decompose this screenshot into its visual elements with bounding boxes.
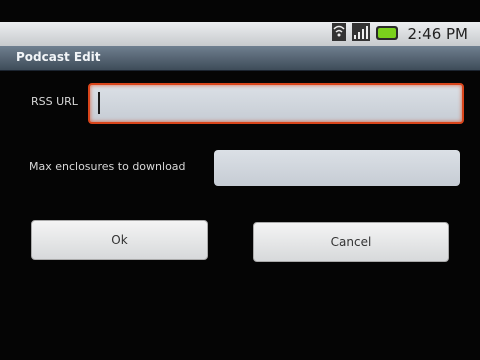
rss-url-input[interactable] xyxy=(88,83,464,124)
status-bar: 2:46 PM xyxy=(0,22,480,46)
cancel-button[interactable]: Cancel xyxy=(253,222,449,262)
clock-time: 2:46 PM xyxy=(407,25,468,43)
signal-icon xyxy=(351,23,370,45)
battery-icon xyxy=(375,25,398,44)
max-enclosures-label: Max enclosures to download xyxy=(29,160,186,173)
text-caret xyxy=(98,92,100,114)
rss-url-label: RSS URL xyxy=(31,95,78,108)
status-icons: 2:46 PM xyxy=(331,22,468,46)
wifi-icon xyxy=(331,23,346,45)
title-bar: Podcast Edit xyxy=(0,46,480,71)
ok-button[interactable]: Ok xyxy=(31,220,208,260)
dialog-title: Podcast Edit xyxy=(16,50,101,64)
max-enclosures-input[interactable] xyxy=(214,150,460,186)
